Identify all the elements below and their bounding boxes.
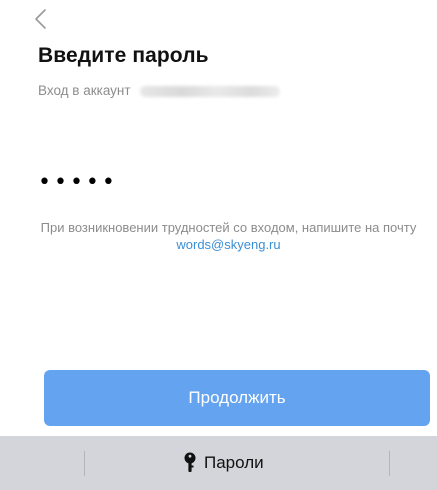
keyboard-accessory-bar: Пароли — [0, 436, 437, 490]
continue-button[interactable]: Продолжить — [44, 370, 430, 426]
bar-divider — [84, 451, 85, 476]
passwords-button[interactable]: Пароли — [183, 450, 264, 476]
chevron-left-icon — [34, 8, 62, 30]
bar-divider — [389, 451, 390, 476]
account-subtitle: Вход в аккаунт — [38, 83, 281, 98]
back-button[interactable] — [34, 8, 62, 38]
help-text: При возникновении трудностей со входом, … — [20, 219, 437, 253]
passwords-label: Пароли — [204, 453, 264, 472]
password-field[interactable] — [38, 168, 398, 196]
subtitle-text: Вход в аккаунт — [38, 83, 131, 98]
page-title: Введите пароль — [38, 44, 209, 67]
help-message: При возникновении трудностей со входом, … — [40, 220, 417, 235]
key-icon — [183, 452, 197, 474]
support-email-link[interactable]: words@skyeng.ru — [176, 237, 280, 252]
blurred-email — [140, 85, 281, 97]
